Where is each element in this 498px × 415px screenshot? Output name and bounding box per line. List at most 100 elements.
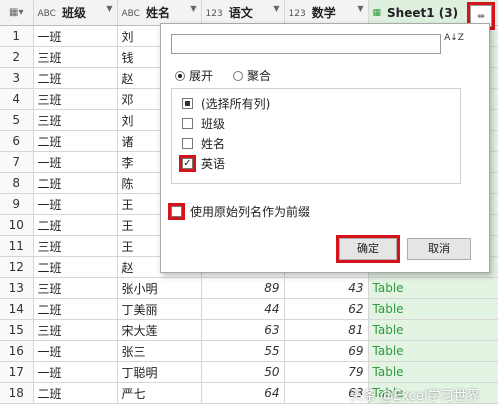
column-header-label: Sheet1 (3)	[387, 5, 459, 20]
column-header-class[interactable]: ABC 班级 ▼	[33, 0, 118, 26]
option-class[interactable]: 班级	[182, 115, 225, 132]
text-type-icon[interactable]: ABC	[38, 9, 56, 19]
sort-az-label: A↓Z	[444, 33, 464, 43]
cell-class: 二班	[33, 130, 118, 152]
column-header-label: 班级	[61, 6, 86, 20]
text-type-icon[interactable]: ABC	[122, 9, 140, 19]
filter-dropdown-icon[interactable]: ▼	[190, 4, 196, 13]
row-index: 11	[0, 235, 34, 257]
option-select-all[interactable]: (选择所有列)	[182, 95, 270, 112]
option-label: 姓名	[201, 137, 226, 151]
option-english[interactable]: ✓ 英语	[179, 155, 225, 172]
cell-name: 丁聪明	[117, 361, 202, 383]
cell-class: 三班	[33, 235, 118, 257]
row-index: 18	[0, 382, 34, 404]
option-name[interactable]: 姓名	[182, 135, 225, 152]
row-index: 10	[0, 214, 34, 236]
row-index: 5	[0, 109, 34, 131]
cell-class: 二班	[33, 172, 118, 194]
cell-chinese: 63	[201, 319, 285, 341]
table-corner-icon[interactable]: ▦▾	[0, 0, 34, 26]
cell-math: 43	[284, 277, 369, 299]
sort-az-icon[interactable]: A↓Z	[444, 33, 464, 55]
row-index: 6	[0, 130, 34, 152]
cell-name: 丁美丽	[117, 298, 202, 320]
row-index: 16	[0, 340, 34, 362]
table-row[interactable]: 16 一班 张三 55 69 Table	[0, 340, 498, 362]
cell-math: 69	[284, 340, 369, 362]
cell-math: 81	[284, 319, 369, 341]
cell-chinese: 50	[201, 361, 285, 383]
ok-button[interactable]: 确定	[336, 235, 400, 263]
cell-class: 一班	[33, 151, 118, 173]
checkbox-unchecked-icon[interactable]	[182, 118, 193, 129]
radio-unselected-icon[interactable]	[233, 70, 243, 81]
row-index: 17	[0, 361, 34, 383]
cell-class: 三班	[33, 109, 118, 131]
radio-expand-label: 展开	[189, 69, 214, 83]
radio-selected-icon[interactable]	[175, 70, 185, 81]
row-index: 15	[0, 319, 34, 341]
number-type-icon[interactable]: 123	[289, 9, 306, 19]
cell-class: 二班	[33, 382, 118, 404]
cell-math: 79	[284, 361, 369, 383]
prefix-label: 使用原始列名作为前缀	[190, 205, 311, 219]
cell-class: 三班	[33, 319, 118, 341]
row-index: 9	[0, 193, 34, 215]
radio-aggregate-label: 聚合	[247, 69, 272, 83]
table-row[interactable]: 13 三班 张小明 89 43 Table	[0, 277, 498, 299]
cell-class: 一班	[33, 25, 118, 47]
checkbox-partial-icon[interactable]	[182, 98, 193, 109]
number-type-icon[interactable]: 123	[206, 9, 223, 19]
column-list: (选择所有列) 班级 姓名 ✓ 英语	[171, 88, 461, 184]
table-row[interactable]: 15 三班 宋大莲 63 81 Table	[0, 319, 498, 341]
checkbox-checked-icon[interactable]: ✓	[179, 155, 196, 172]
cell-chinese: 55	[201, 340, 285, 362]
row-index: 7	[0, 151, 34, 173]
option-label: (选择所有列)	[201, 97, 271, 111]
cell-class: 二班	[33, 298, 118, 320]
column-header-label: 数学	[311, 6, 336, 20]
filter-dropdown-icon[interactable]: ▼	[106, 4, 112, 13]
checkbox-unchecked-icon[interactable]	[182, 138, 193, 149]
column-header-chinese[interactable]: 123 语文 ▼	[201, 0, 285, 26]
watermark: 头条 @Excel学习世界	[350, 389, 480, 404]
prefix-option[interactable]: 使用原始列名作为前缀	[168, 203, 311, 220]
cell-sheet[interactable]: Table	[368, 361, 498, 383]
table-row[interactable]: 14 二班 丁美丽 44 62 Table	[0, 298, 498, 320]
cell-class: 三班	[33, 88, 118, 110]
row-index: 1	[0, 25, 34, 47]
row-index: 3	[0, 67, 34, 89]
cell-math: 62	[284, 298, 369, 320]
radio-aggregate[interactable]: 聚合	[233, 67, 271, 84]
checkbox-unchecked-icon[interactable]	[168, 203, 185, 220]
cell-class: 二班	[33, 256, 118, 278]
column-search-input[interactable]	[171, 34, 441, 54]
cell-name: 宋大莲	[117, 319, 202, 341]
radio-expand[interactable]: 展开	[175, 67, 213, 84]
cell-chinese: 44	[201, 298, 285, 320]
column-header-label: 姓名	[145, 6, 170, 20]
cell-name: 张小明	[117, 277, 202, 299]
cell-sheet[interactable]: Table	[368, 319, 498, 341]
cancel-button[interactable]: 取消	[407, 238, 471, 260]
row-index: 13	[0, 277, 34, 299]
row-index: 4	[0, 88, 34, 110]
cell-sheet[interactable]: Table	[368, 340, 498, 362]
filter-dropdown-icon[interactable]: ▼	[357, 4, 363, 13]
table-type-icon[interactable]: ▦	[373, 8, 382, 18]
cell-class: 二班	[33, 67, 118, 89]
option-label: 班级	[201, 117, 226, 131]
cell-sheet[interactable]: Table	[368, 277, 498, 299]
row-index: 2	[0, 46, 34, 68]
cell-class: 二班	[33, 214, 118, 236]
expand-popup: A↓Z 展开 聚合 (选择所有列) 班级 姓名 ✓ 英语 使用原始列名作为前缀 …	[160, 23, 490, 273]
filter-dropdown-icon[interactable]: ▼	[273, 4, 279, 13]
column-header-math[interactable]: 123 数学 ▼	[284, 0, 369, 26]
column-header-name[interactable]: ABC 姓名 ▼	[117, 0, 202, 26]
cell-class: 三班	[33, 277, 118, 299]
row-index: 8	[0, 172, 34, 194]
table-row[interactable]: 17 一班 丁聪明 50 79 Table	[0, 361, 498, 383]
cell-sheet[interactable]: Table	[368, 298, 498, 320]
header-row: ▦▾ ABC 班级 ▼ ABC 姓名 ▼ 123 语文 ▼ 123 数学 ▼ ▦ Sheet1 (…	[0, 0, 498, 26]
